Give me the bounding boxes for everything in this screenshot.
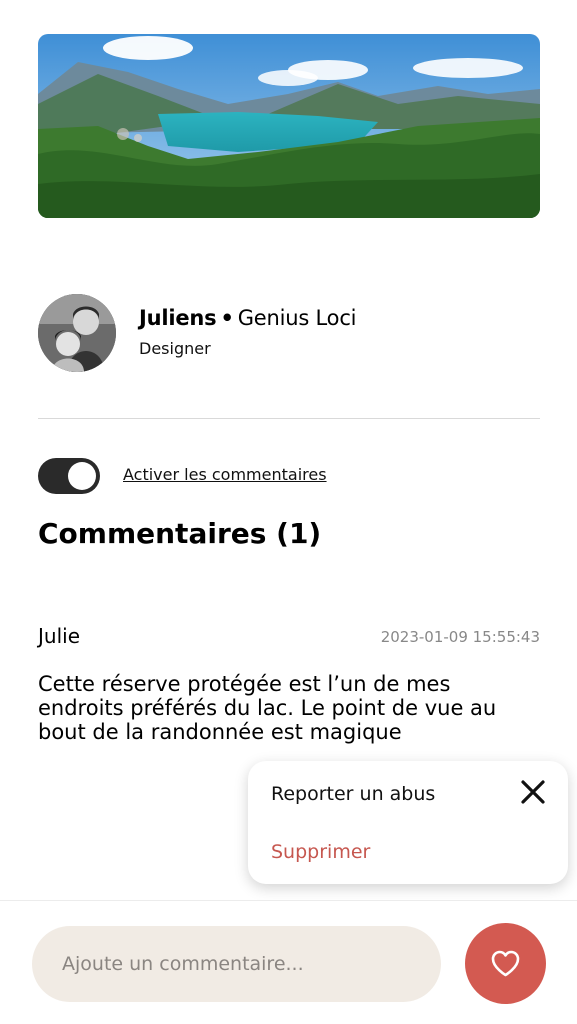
author-name[interactable]: Juliens • Genius Loci	[139, 306, 357, 330]
author-card: Juliens • Genius Loci Designer	[38, 294, 540, 374]
author-separator: •	[220, 306, 234, 330]
landscape-image	[38, 34, 540, 218]
report-abuse-button[interactable]: Reporter un abus	[271, 783, 435, 805]
comments-toggle-label[interactable]: Activer les commentaires	[123, 465, 327, 484]
avatar-photo	[38, 294, 116, 372]
toggle-knob	[68, 462, 96, 490]
author-organization: Genius Loci	[237, 306, 357, 330]
comment-composer	[0, 900, 577, 1024]
comment-date: 2023-01-09 15:55:43	[380, 628, 540, 646]
heart-icon	[491, 950, 520, 977]
comment-options-popup: Reporter un abus Supprimer	[248, 761, 568, 884]
comments-title: Commentaires (1)	[38, 517, 322, 550]
delete-button[interactable]: Supprimer	[271, 841, 370, 863]
comments-toggle-row: Activer les commentaires	[38, 458, 540, 494]
avatar[interactable]	[38, 294, 116, 372]
divider	[38, 418, 540, 419]
close-icon[interactable]	[516, 775, 550, 809]
comments-toggle-switch[interactable]	[38, 458, 100, 494]
author-username: Juliens	[139, 306, 217, 330]
author-role: Designer	[139, 339, 211, 358]
like-button[interactable]	[465, 923, 546, 1004]
comment-input[interactable]	[32, 926, 441, 1002]
hero-image	[38, 34, 540, 218]
comment-text: Cette réserve protégée est l’un de mes e…	[38, 672, 497, 744]
comment-author: Julie	[38, 624, 80, 648]
